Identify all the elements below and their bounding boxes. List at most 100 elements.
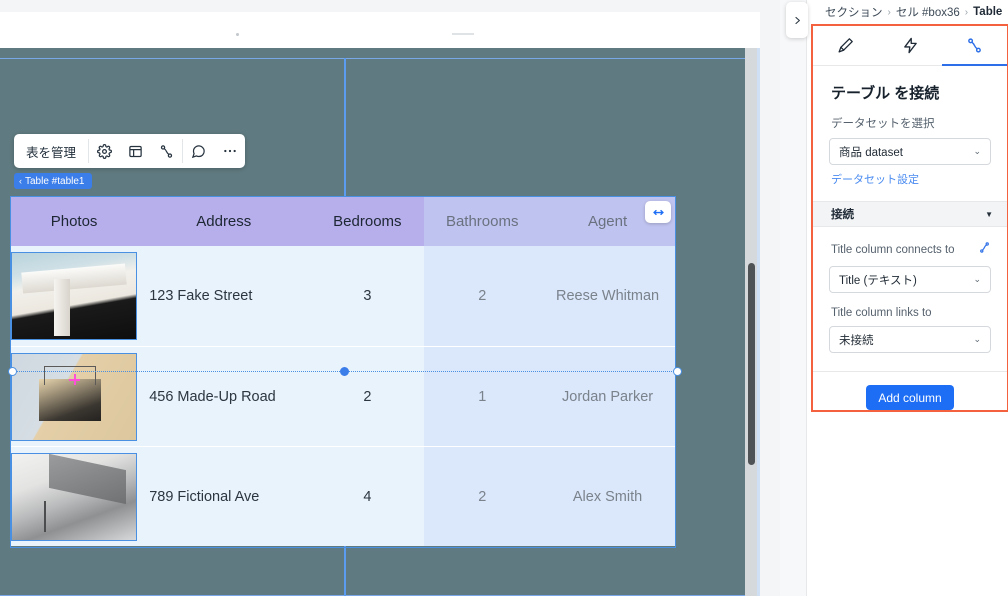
- connects-to-value: Title (テキスト): [839, 274, 917, 287]
- selection-handle-middle[interactable]: [340, 367, 349, 376]
- breadcrumb-item-cell[interactable]: セル #box36: [896, 4, 960, 20]
- chevron-down-icon: ⌄: [973, 146, 981, 156]
- table-element-badge[interactable]: ‹ Table #table1: [14, 173, 92, 189]
- paintbrush-icon: [838, 38, 853, 53]
- table-row[interactable]: 456 Made-Up Road 2 1 Jordan Parker: [11, 346, 675, 446]
- house-photo-1-thumbnail[interactable]: [11, 252, 138, 340]
- cell-value: 2: [363, 388, 372, 405]
- column-header-bathrooms[interactable]: Bathrooms: [424, 197, 541, 246]
- table-row[interactable]: 789 Fictional Ave 4 2 Alex Smith: [11, 446, 675, 546]
- panel-divider: [813, 371, 1007, 372]
- tab-design[interactable]: [813, 26, 878, 65]
- header-label: Bathrooms: [445, 213, 519, 230]
- cell-address[interactable]: 456 Made-Up Road: [137, 347, 311, 446]
- cell-photo[interactable]: [11, 447, 138, 546]
- inspector-panel[interactable]: セクション › セル #box36 › Table テーブル を接続 データセッ…: [806, 0, 1008, 596]
- connects-to-label-row: Title column connects to: [813, 227, 1007, 259]
- dataset-label: データセットを選択: [831, 118, 935, 130]
- cell-value: 3: [363, 288, 372, 304]
- cell-value: 123 Fake Street: [149, 288, 253, 304]
- connector-icon[interactable]: [151, 134, 182, 168]
- manage-table-button[interactable]: 表を管理: [14, 134, 88, 168]
- panel-title: テーブル を接続: [831, 85, 940, 102]
- connector-icon[interactable]: [978, 241, 991, 259]
- house-photo-2-thumbnail[interactable]: [11, 352, 138, 441]
- connects-to-label: Title column connects to: [831, 244, 955, 256]
- connector-icon: [968, 38, 982, 53]
- cell-bathrooms[interactable]: 2: [424, 447, 541, 546]
- cell-value: 789 Fictional Ave: [149, 488, 260, 505]
- dataset-select-value: 商品 dataset: [839, 146, 903, 159]
- column-header-photos[interactable]: Photos: [11, 197, 138, 246]
- header-label: Bedrooms: [333, 213, 402, 230]
- header-label: Agent: [587, 213, 628, 230]
- cell-value: 2: [478, 488, 487, 505]
- badge-label: Table #table1: [25, 175, 85, 187]
- cell-value: 4: [363, 488, 372, 505]
- canvas-header-strip: [0, 12, 760, 48]
- connection-section-label: 接続: [831, 209, 854, 221]
- links-to-select[interactable]: 未接続 ⌄: [829, 326, 991, 353]
- dataset-settings-link[interactable]: データセット設定: [813, 165, 1007, 187]
- resize-width-handle[interactable]: [645, 201, 671, 223]
- links-to-label: Title column links to: [831, 307, 932, 319]
- cell-bedrooms[interactable]: 3: [310, 246, 425, 346]
- chevron-down-icon: ⌄: [973, 334, 981, 344]
- badge-chevron-icon: ‹: [19, 176, 22, 186]
- cell-value: 2: [478, 288, 487, 304]
- more-icon[interactable]: [214, 134, 245, 168]
- connection-section-header[interactable]: 接続 ▼: [813, 201, 1007, 227]
- cell-agent[interactable]: Reese Whitman: [540, 246, 675, 346]
- table-row[interactable]: 123 Fake Street 3 2 Reese Whitman: [11, 246, 675, 346]
- cell-bedrooms[interactable]: 4: [310, 447, 425, 546]
- breadcrumb-item-section[interactable]: セクション: [825, 4, 883, 20]
- cell-bathrooms[interactable]: 1: [424, 347, 541, 446]
- cell-bathrooms[interactable]: 2: [424, 246, 541, 346]
- lightning-icon: [903, 37, 917, 54]
- column-header-bedrooms[interactable]: Bedrooms: [310, 197, 425, 246]
- tab-connect[interactable]: [942, 26, 1007, 66]
- connect-panel-highlight: テーブル を接続 データセットを選択 商品 dataset ⌄ データセット設定…: [811, 24, 1008, 412]
- table-header-row: Photos Address Bedrooms Bathrooms Agent: [11, 197, 675, 246]
- column-header-address[interactable]: Address: [137, 197, 311, 246]
- cell-value: 1: [478, 388, 487, 405]
- cell-value: Alex Smith: [572, 488, 643, 505]
- cell-agent[interactable]: Alex Smith: [540, 447, 675, 546]
- dataset-select[interactable]: 商品 dataset ⌄: [829, 138, 991, 165]
- cell-address[interactable]: 123 Fake Street: [137, 246, 311, 346]
- tab-interactions[interactable]: [878, 26, 943, 65]
- links-to-label-row: Title column links to: [813, 293, 1007, 319]
- connects-to-select[interactable]: Title (テキスト) ⌄: [829, 266, 991, 293]
- cell-bedrooms[interactable]: 2: [310, 347, 425, 446]
- table-toolbar[interactable]: 表を管理: [14, 134, 246, 168]
- comment-icon[interactable]: [183, 134, 214, 168]
- cell-agent[interactable]: Jordan Parker: [540, 347, 675, 446]
- breadcrumb[interactable]: セクション › セル #box36 › Table: [807, 0, 1008, 24]
- gear-icon[interactable]: [89, 134, 120, 168]
- house-photo-3-thumbnail[interactable]: [11, 452, 138, 541]
- canvas-placeholder-line: [452, 33, 474, 35]
- breadcrumb-item-table[interactable]: Table: [973, 6, 1002, 18]
- chevron-down-icon: ⌄: [973, 274, 981, 284]
- header-label: Address: [196, 213, 252, 230]
- layout-icon[interactable]: [120, 134, 151, 168]
- breadcrumb-separator-icon: ›: [887, 6, 891, 18]
- canvas-scrollbar-thumb[interactable]: [748, 263, 755, 465]
- canvas-right-edge: [757, 48, 760, 596]
- crop-center-icon: [69, 374, 81, 386]
- cell-photo[interactable]: [11, 246, 138, 346]
- add-column-button[interactable]: Add column: [866, 385, 954, 410]
- cell-address[interactable]: 789 Fictional Ave: [137, 447, 311, 546]
- collapse-panel-button[interactable]: [786, 2, 808, 38]
- selection-handle-left[interactable]: [8, 367, 17, 376]
- caret-down-icon: ▼: [985, 209, 993, 219]
- cell-value: Jordan Parker: [562, 388, 654, 405]
- panel-tab-bar[interactable]: [813, 26, 1007, 66]
- cell-value: Reese Whitman: [555, 288, 660, 304]
- breadcrumb-separator-icon: ›: [964, 6, 969, 18]
- canvas-placeholder-dot: [236, 33, 239, 36]
- cell-value: 456 Made-Up Road: [149, 388, 276, 405]
- selection-handle-right[interactable]: [673, 367, 682, 376]
- cell-photo[interactable]: [11, 347, 138, 446]
- design-canvas[interactable]: 表を管理 ‹ Table #table1 Photos Address Bedr…: [0, 0, 780, 596]
